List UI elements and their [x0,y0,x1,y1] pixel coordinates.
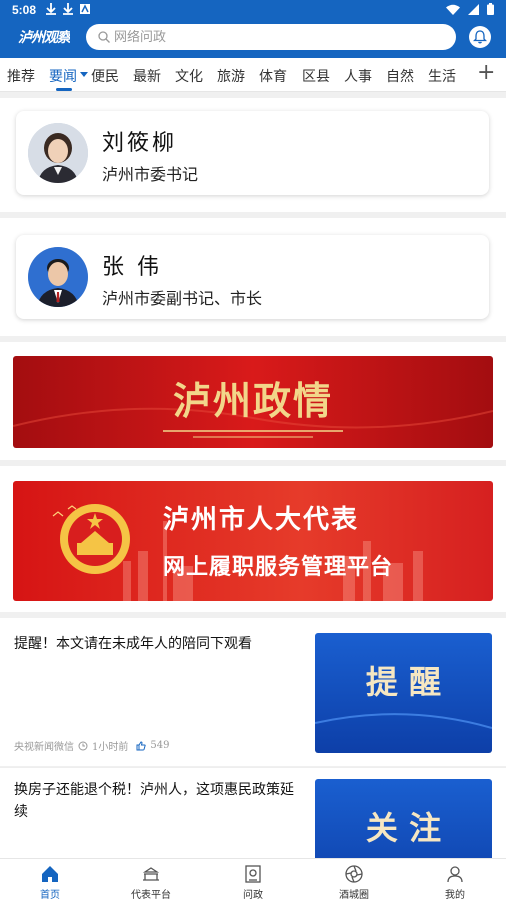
nav-label: 问政 [243,890,263,901]
news-title: 提醒！本文请在未成年人的陪同下观看 [14,636,252,652]
add-tab-icon[interactable]: + [477,62,495,84]
download-icon [63,3,73,15]
chevron-down-icon[interactable] [80,72,88,77]
app-header: 5:08 泸州观察 [0,0,506,58]
banner-title: 泸州政情 [172,378,333,423]
logo-image: 泸州观察 [18,29,75,46]
leader-title: 泸州市委书记 [102,165,199,184]
status-time: 5:08 [12,3,37,17]
nav-circle[interactable]: 酒城圈 [314,861,394,901]
nav-label: 我的 [445,890,465,901]
search-bar[interactable] [86,24,456,50]
status-bar: 5:08 [0,0,506,20]
bell-icon [473,30,487,44]
avatar [28,247,88,307]
wifi-icon [446,4,460,15]
search-icon [98,31,110,43]
banner-title: 泸州市人大代表 [163,505,360,535]
tab-latest[interactable]: 最新 [133,66,161,86]
signal-icon [468,3,479,15]
thumbnail-text: 关 注 [365,809,442,847]
leader-name: 张 伟 [102,255,162,280]
nav-inquiry[interactable]: 问政 [213,861,293,901]
tab-nature[interactable]: 自然 [386,66,414,86]
tab-news[interactable]: 要闻 [49,66,77,86]
tab-culture[interactable]: 文化 [175,66,203,86]
like-icon [136,740,147,750]
news-time: 1小时前 [92,742,129,753]
banner-section: 泸州市人大代表 网上履职服务管理平台 [0,466,506,612]
platform-icon [142,867,160,881]
home-icon [42,866,58,882]
banner-subtitle: 网上履职服务管理平台 [163,555,394,580]
nav-representative-platform[interactable]: 代表平台 [111,861,191,901]
news-likes: 549 [150,740,170,751]
bottom-navigation: 首页 代表平台 问政 酒城圈 我的 [0,858,506,901]
renda-platform-banner[interactable]: 泸州市人大代表 网上履职服务管理平台 [13,481,493,601]
leader-section: 张 伟 泸州市委副书记、市长 [0,218,506,336]
active-tab-indicator [56,88,72,91]
leader-card[interactable]: 刘筱柳 泸州市委书记 [16,111,489,195]
app-notification-icon [80,4,90,14]
leader-section: 刘筱柳 泸州市委书记 [0,98,506,212]
search-input[interactable] [114,29,434,45]
tab-life[interactable]: 生活 [428,66,456,86]
svg-text:泸州观察: 泸州观察 [18,29,70,46]
nav-mine[interactable]: 我的 [415,861,495,901]
leader-name: 刘筱柳 [102,131,178,156]
news-thumbnail: 提 醒 [315,633,492,753]
avatar [28,123,88,183]
user-icon [447,866,463,883]
notification-button[interactable] [469,26,491,48]
tab-sports[interactable]: 体育 [259,66,287,86]
nav-label: 代表平台 [131,890,171,901]
news-title: 换房子还能退个税！泸州人，这项惠民政策延续 [14,782,294,820]
download-icon [46,3,56,15]
leader-title: 泸州市委副书记、市长 [102,289,263,308]
leader-card[interactable]: 张 伟 泸州市委副书记、市长 [16,235,489,319]
nav-label: 首页 [40,890,60,901]
aperture-icon [345,865,363,883]
zhengqing-banner[interactable]: 泸州政情 [13,356,493,448]
clock-icon [78,741,88,750]
notification-icons [46,3,90,15]
app-logo[interactable]: 泸州观察 [18,27,75,47]
nav-home[interactable]: 首页 [10,861,90,901]
list-item[interactable]: 提醒！本文请在未成年人的陪同下观看 央视新闻微信 1小时前 549 提 醒 [0,618,506,766]
list-item[interactable]: 换房子还能退个税！泸州人，这项惠民政策延续 关 注 [0,767,506,899]
news-source: 央视新闻微信 [14,742,74,753]
tab-convenience[interactable]: 便民 [91,66,119,86]
category-tabs: 推荐 要闻 便民 最新 文化 旅游 体育 区县 人事 自然 生活 + [0,58,506,92]
tab-recommend[interactable]: 推荐 [7,66,35,86]
system-icons [446,3,494,15]
tab-personnel[interactable]: 人事 [344,66,372,86]
thumbnail-text: 提 醒 [365,663,442,701]
battery-icon [487,3,494,15]
inquiry-icon [245,865,261,883]
tab-districts[interactable]: 区县 [302,66,330,86]
banner-section: 泸州政情 [0,342,506,460]
news-meta: 央视新闻微信 1小时前 549 [14,738,169,753]
tab-travel[interactable]: 旅游 [217,66,245,86]
nav-label: 酒城圈 [339,890,369,901]
